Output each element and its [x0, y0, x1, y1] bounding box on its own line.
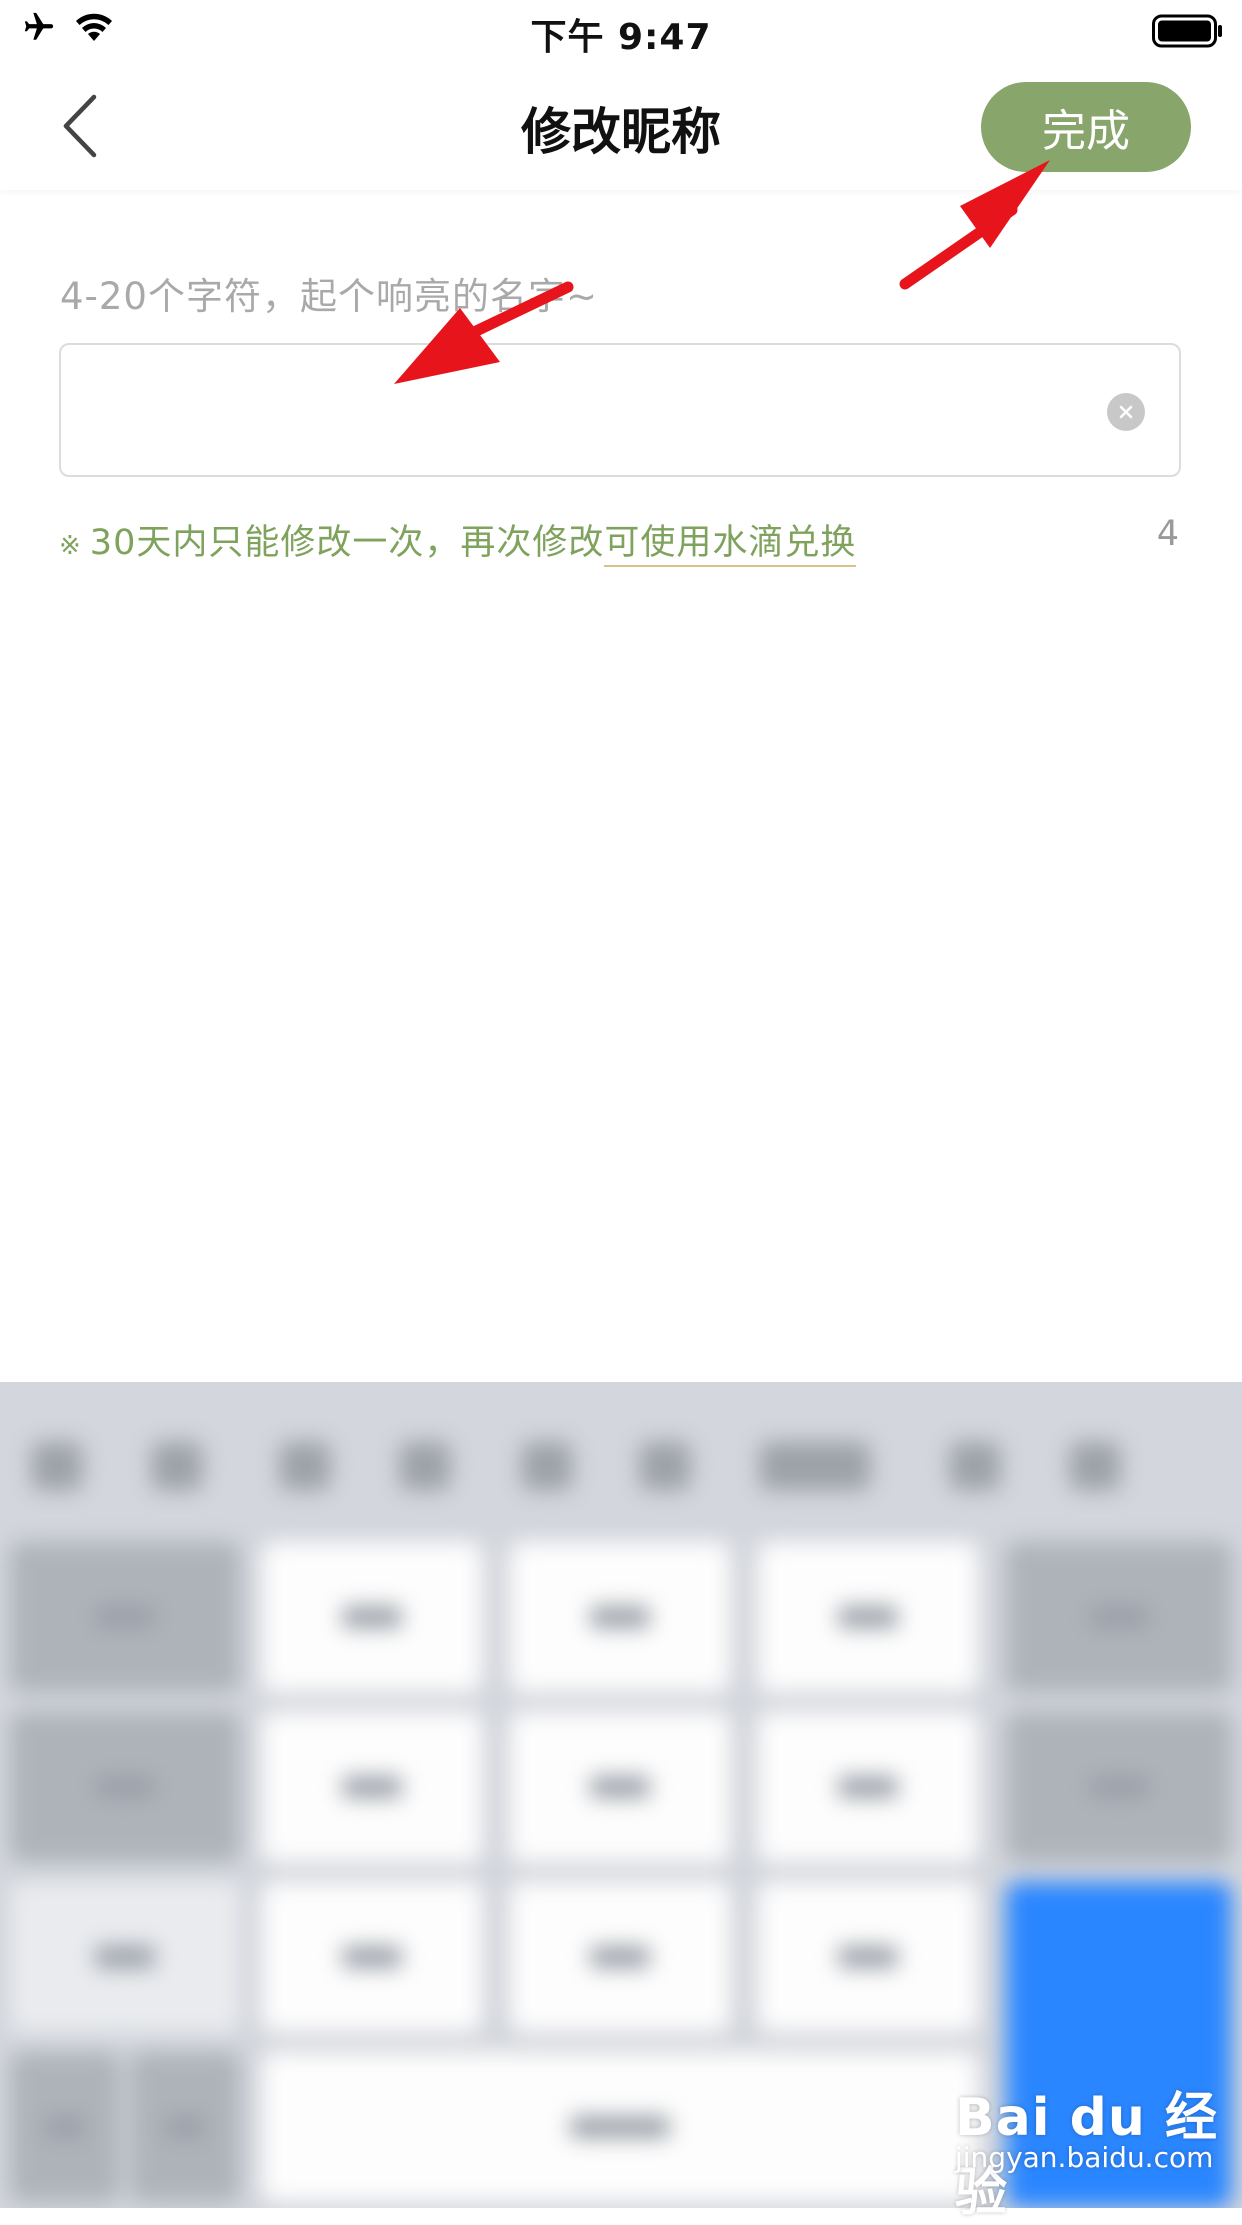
done-button[interactable]: 完成 [981, 82, 1191, 172]
candidate-word[interactable] [152, 1442, 202, 1490]
clear-button[interactable] [1107, 393, 1145, 431]
keyboard-key[interactable] [758, 1542, 978, 1692]
clear-circle-icon [1119, 405, 1133, 419]
keyboard-key[interactable] [10, 2052, 120, 2202]
keyboard-key[interactable] [10, 1882, 240, 2032]
nickname-hint: 4-20个字符，起个响亮的名字~ [60, 275, 598, 318]
candidate-word[interactable] [950, 1442, 1000, 1490]
status-bar: 下午 9:47 [0, 0, 1242, 62]
candidate-word[interactable] [280, 1442, 330, 1490]
baidu-jingyan-watermark: Bai du 经验 jingyan.baidu.com [955, 2075, 1235, 2223]
candidate-word[interactable] [400, 1442, 450, 1490]
keyboard-key[interactable] [130, 2052, 240, 2202]
navigation-bar: 修改昵称 完成 [0, 62, 1242, 190]
nickname-input[interactable] [91, 371, 1095, 453]
status-time: 下午 9:47 [530, 17, 712, 58]
candidate-word[interactable] [32, 1442, 82, 1490]
water-drop-exchange-link[interactable]: 可使用水滴兑换 [604, 523, 857, 567]
candidate-word[interactable] [640, 1442, 690, 1490]
keyboard-key[interactable] [262, 1542, 482, 1692]
candidate-word[interactable] [760, 1442, 870, 1490]
keyboard-key[interactable] [510, 1542, 730, 1692]
keyboard-key[interactable] [262, 1712, 482, 1862]
nickname-field[interactable] [59, 343, 1181, 477]
modify-limit-notice: ※ 30天内只能修改一次，再次修改可使用水滴兑换 [59, 514, 857, 567]
keyboard-space-key[interactable] [262, 2052, 978, 2202]
battery-icon [1152, 14, 1224, 52]
notice-mark: ※ [59, 531, 82, 561]
candidate-word[interactable] [1070, 1442, 1120, 1490]
char-count: 4 [1156, 514, 1179, 554]
keyboard-key[interactable] [1006, 1712, 1232, 1862]
keyboard-key[interactable] [510, 1882, 730, 2032]
notice-text: 30天内只能修改一次，再次修改 [89, 523, 605, 563]
keyboard-key[interactable] [758, 1712, 978, 1862]
keyboard-key[interactable] [758, 1882, 978, 2032]
keyboard-key[interactable] [10, 1542, 240, 1692]
watermark-url: jingyan.baidu.com [955, 2141, 1214, 2174]
keyboard-key[interactable] [10, 1712, 240, 1862]
keyboard-key[interactable] [510, 1712, 730, 1862]
keyboard-key[interactable] [262, 1882, 482, 2032]
keyboard-key[interactable] [1006, 1542, 1232, 1692]
candidate-word[interactable] [522, 1442, 572, 1490]
